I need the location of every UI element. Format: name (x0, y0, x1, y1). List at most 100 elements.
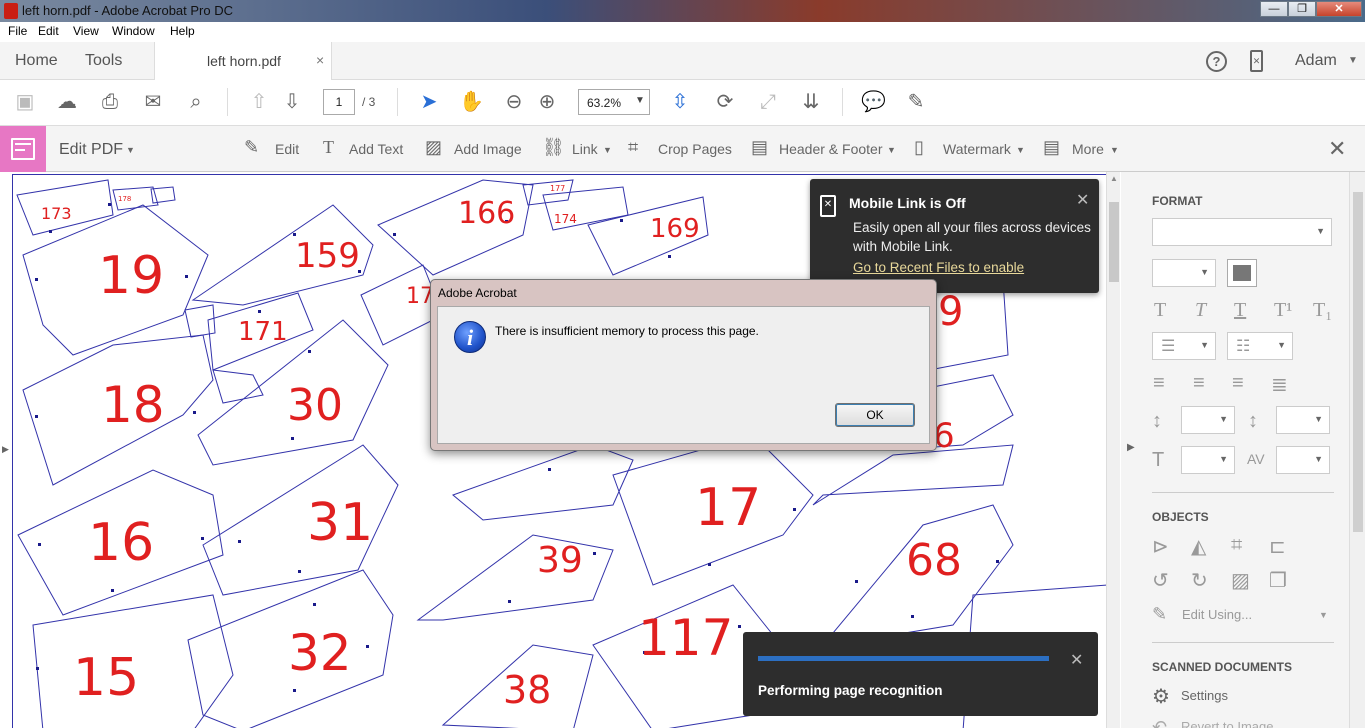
header-footer-button[interactable]: Header & Footer (779, 141, 883, 157)
add-image-button[interactable]: Add Image (454, 141, 522, 157)
text-plain-icon[interactable]: T (1154, 299, 1166, 322)
document-scrollbar[interactable]: ▲ (1106, 172, 1120, 728)
ok-button[interactable]: OK (835, 403, 915, 427)
print-icon[interactable]: ⎙ (98, 90, 122, 114)
rotate-left-icon[interactable]: ↺ (1152, 568, 1169, 593)
add-text-button[interactable]: Add Text (349, 141, 403, 157)
left-pane-toggle-icon[interactable]: ▶ (2, 444, 9, 455)
menu-help[interactable]: Help (170, 24, 195, 38)
hand-tool-icon[interactable]: ✋ (459, 90, 484, 114)
user-name[interactable]: Adam (1295, 52, 1337, 70)
more-dropdown-icon[interactable]: ▼ (1110, 145, 1119, 155)
tab-document[interactable]: left horn.pdf × (154, 42, 332, 80)
collapse-right-pane-icon[interactable]: ▶ (1127, 442, 1135, 453)
scroll-mode-icon[interactable]: ⇊ (799, 90, 823, 114)
numbered-list-select[interactable]: ☷ ▼ (1227, 332, 1293, 360)
page-number-input[interactable]: 1 (323, 89, 355, 115)
subscript-icon[interactable]: T₁ (1313, 299, 1332, 322)
mobile-icon[interactable]: ✕ (1250, 50, 1263, 72)
menu-file[interactable]: File (8, 24, 27, 38)
highlight-pen-icon[interactable]: ✎ (904, 90, 928, 114)
link-button[interactable]: Link (572, 141, 598, 157)
horizontal-scale-select[interactable]: ▼ (1181, 446, 1235, 474)
document-scroll-thumb[interactable] (1109, 202, 1119, 282)
rotate-right-icon[interactable]: ↻ (1191, 568, 1208, 593)
header-footer-dropdown-icon[interactable]: ▼ (887, 145, 896, 155)
close-popup-icon[interactable]: ✕ (1076, 190, 1089, 210)
edit-pdf-dropdown-icon[interactable]: ▼ (126, 145, 135, 155)
comment-icon[interactable]: 💬 (861, 90, 886, 114)
zoom-value: 63.2% (587, 96, 622, 110)
scroll-up-icon[interactable]: ▲ (1110, 174, 1118, 183)
page-up-icon[interactable]: ⇧ (247, 90, 271, 114)
crop-pages-button[interactable]: Crop Pages (658, 141, 732, 157)
line-spacing-select[interactable]: ▼ (1181, 406, 1235, 434)
align-justify-icon[interactable]: ≣ (1271, 372, 1288, 397)
align-objects-icon[interactable]: ⊏ (1269, 534, 1286, 559)
fit-page-icon[interactable]: ⇳ (668, 90, 692, 114)
close-edit-pdf-icon[interactable]: ✕ (1328, 136, 1346, 162)
settings-button[interactable]: Settings (1181, 688, 1228, 703)
align-right-icon[interactable]: ≡ (1232, 372, 1244, 395)
more-button[interactable]: More (1072, 141, 1104, 157)
tab-tools[interactable]: Tools (85, 52, 122, 70)
superscript-icon[interactable]: T¹ (1274, 299, 1292, 322)
char-spacing-select[interactable]: ▼ (1276, 446, 1330, 474)
flip-vertical-icon[interactable]: ◭ (1191, 534, 1206, 559)
right-pane-scrollbar[interactable] (1349, 172, 1365, 728)
rotate-view-icon[interactable]: ⟳ (713, 90, 737, 114)
font-color-swatch[interactable] (1227, 259, 1257, 287)
zoom-select[interactable]: 63.2% ▼ (578, 89, 650, 115)
full-screen-icon[interactable]: ⤢ (756, 90, 780, 114)
save-icon[interactable]: ▣ (13, 90, 37, 114)
zoom-out-icon[interactable]: ⊖ (502, 90, 526, 114)
maximize-button[interactable]: ❐ (1288, 1, 1316, 17)
edit-using-label[interactable]: Edit Using... (1182, 607, 1252, 622)
close-tab-icon[interactable]: × (316, 52, 324, 68)
edit-tool-button[interactable]: Edit (275, 141, 299, 157)
tab-home[interactable]: Home (15, 52, 58, 70)
edit-using-dropdown-icon[interactable]: ▼ (1319, 610, 1328, 620)
page-down-icon[interactable]: ⇩ (280, 90, 304, 114)
right-pane-scroll-thumb[interactable] (1353, 192, 1363, 532)
menu-window[interactable]: Window (112, 24, 155, 38)
zoom-in-icon[interactable]: ⊕ (535, 90, 559, 114)
help-icon[interactable]: ? (1206, 51, 1227, 72)
close-recognition-icon[interactable]: ✕ (1070, 650, 1083, 670)
mobile-link-popup: ✕ Mobile Link is Off Easily open all you… (810, 179, 1099, 293)
chevron-down-icon: ▼ (635, 95, 645, 106)
revert-to-image-button[interactable]: Revert to Image (1181, 719, 1274, 728)
replace-image-icon[interactable]: ▨ (1231, 568, 1250, 593)
cloud-upload-icon[interactable]: ☁ (55, 90, 79, 114)
paragraph-spacing-select[interactable]: ▼ (1276, 406, 1330, 434)
text-italic-icon[interactable]: T (1195, 299, 1206, 322)
align-left-icon[interactable]: ≡ (1153, 372, 1165, 395)
edit-pdf-toolbar: Edit PDF ▼ ✎ Edit T Add Text ▨ Add Image… (0, 126, 1365, 172)
close-window-button[interactable]: ✕ (1316, 1, 1362, 17)
menu-edit[interactable]: Edit (38, 24, 59, 38)
watermark-dropdown-icon[interactable]: ▼ (1016, 145, 1025, 155)
font-family-select[interactable]: ▼ (1152, 218, 1332, 246)
arrange-icon[interactable]: ❐ (1269, 568, 1287, 593)
edit-pdf-title[interactable]: Edit PDF (59, 141, 123, 159)
minimize-button[interactable]: — (1260, 1, 1288, 17)
flip-horizontal-icon[interactable]: ⊳ (1152, 534, 1169, 559)
font-size-select[interactable]: ▼ (1152, 259, 1216, 287)
text-underline-icon[interactable]: T (1234, 299, 1246, 322)
acrobat-app-icon (4, 3, 18, 19)
bullet-list-select[interactable]: ☰ ▼ (1152, 332, 1216, 360)
page-recognition-popup: Performing page recognition ✕ (743, 632, 1098, 716)
crop-icon[interactable]: ⌗ (1231, 534, 1242, 557)
search-icon[interactable]: ⌕ (184, 90, 208, 114)
link-dropdown-icon[interactable]: ▼ (603, 145, 612, 155)
user-chevron-icon[interactable]: ▼ (1348, 55, 1358, 66)
link-icon: ⛓ (542, 137, 565, 157)
select-cursor-icon[interactable]: ➤ (417, 90, 441, 114)
menu-view[interactable]: View (73, 24, 99, 38)
watermark-button[interactable]: Watermark (943, 141, 1011, 157)
edit-pdf-tool-icon[interactable] (0, 126, 46, 172)
align-center-icon[interactable]: ≡ (1193, 372, 1205, 395)
recent-files-link[interactable]: Go to Recent Files to enable (853, 260, 1024, 275)
email-icon[interactable]: ✉ (141, 90, 165, 114)
tab-bar: Home Tools left horn.pdf × ? ✕ Adam ▼ (0, 42, 1365, 80)
